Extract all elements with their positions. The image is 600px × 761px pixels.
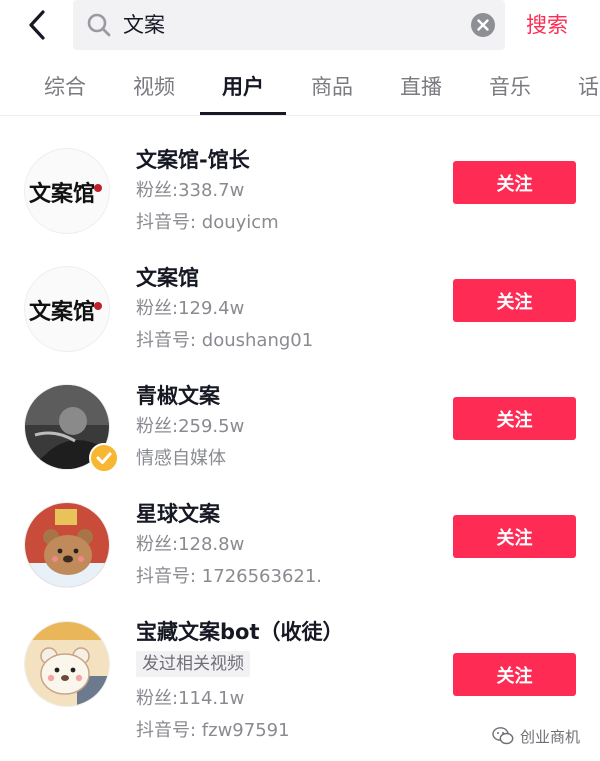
user-fans: 粉丝:259.5w — [136, 416, 245, 437]
user-douyin-id: 抖音号: douyicm — [136, 212, 279, 233]
user-name: 青椒文案 — [136, 384, 220, 408]
back-button[interactable] — [18, 4, 58, 44]
tab-music[interactable]: 音乐 — [489, 72, 531, 102]
follow-button[interactable]: 关注 — [453, 397, 576, 440]
user-fans: 粉丝:114.1w — [136, 688, 245, 709]
user-fans: 粉丝:338.7w — [136, 180, 245, 201]
tab-topics[interactable]: 话 — [578, 72, 599, 102]
calligraphy-logo-image: 文案馆 — [29, 181, 102, 207]
tab-live[interactable]: 直播 — [400, 72, 442, 102]
follow-button[interactable]: 关注 — [453, 515, 576, 558]
search-results-page: 搜索 综合 视频 用户 商品 直播 音乐 话 文案馆 文案馆-馆长 粉丝:338… — [0, 0, 600, 761]
avatar[interactable] — [24, 502, 110, 588]
search-input[interactable] — [123, 9, 453, 39]
tab-users[interactable]: 用户 — [222, 72, 264, 102]
verified-badge — [89, 443, 119, 473]
clear-icon — [471, 13, 495, 37]
user-douyin-id: 抖音号: doushang01 — [136, 330, 314, 351]
wechat-icon — [492, 727, 514, 745]
follow-button[interactable]: 关注 — [453, 279, 576, 322]
related-video-tag: 发过相关视频 — [136, 651, 250, 677]
checkmark-icon — [96, 452, 112, 464]
user-name: 文案馆 — [136, 266, 199, 290]
chevron-left-icon — [29, 10, 45, 40]
cartoon-bear-image — [25, 503, 109, 587]
avatar-logo-text: 文案馆 — [29, 299, 95, 325]
tabs-divider — [0, 115, 600, 116]
cartoon-bear-image — [25, 622, 109, 706]
clear-search-button[interactable] — [470, 12, 496, 38]
avatar-logo-text: 文案馆 — [29, 181, 95, 207]
tab-videos[interactable]: 视频 — [133, 72, 175, 102]
user-name: 宝藏文案bot（收徒） — [136, 620, 344, 644]
avatar[interactable]: 文案馆 — [24, 148, 110, 234]
tab-products[interactable]: 商品 — [311, 72, 353, 102]
watermark-text: 创业商机 — [520, 727, 581, 746]
user-name: 文案馆-馆长 — [136, 148, 250, 172]
search-submit-button[interactable]: 搜索 — [526, 10, 568, 40]
search-box[interactable] — [73, 0, 505, 50]
follow-button[interactable]: 关注 — [453, 653, 576, 696]
avatar[interactable]: 文案馆 — [24, 266, 110, 352]
avatar[interactable] — [24, 621, 110, 707]
calligraphy-logo-image: 文案馆 — [29, 299, 102, 325]
user-name: 星球文案 — [136, 502, 220, 526]
result-tabs: 综合 视频 用户 商品 直播 音乐 话 — [0, 60, 600, 116]
search-header: 搜索 — [0, 0, 600, 50]
watermark: 创业商机 — [492, 724, 580, 748]
user-douyin-id: 抖音号: fzw97591 — [136, 720, 290, 741]
tab-comprehensive[interactable]: 综合 — [44, 72, 86, 102]
user-fans: 粉丝:129.4w — [136, 298, 245, 319]
user-description: 情感自媒体 — [136, 448, 226, 469]
follow-button[interactable]: 关注 — [453, 161, 576, 204]
user-douyin-id: 抖音号: 1726563621. — [136, 566, 323, 587]
user-fans: 粉丝:128.8w — [136, 534, 245, 555]
search-icon — [87, 13, 111, 37]
